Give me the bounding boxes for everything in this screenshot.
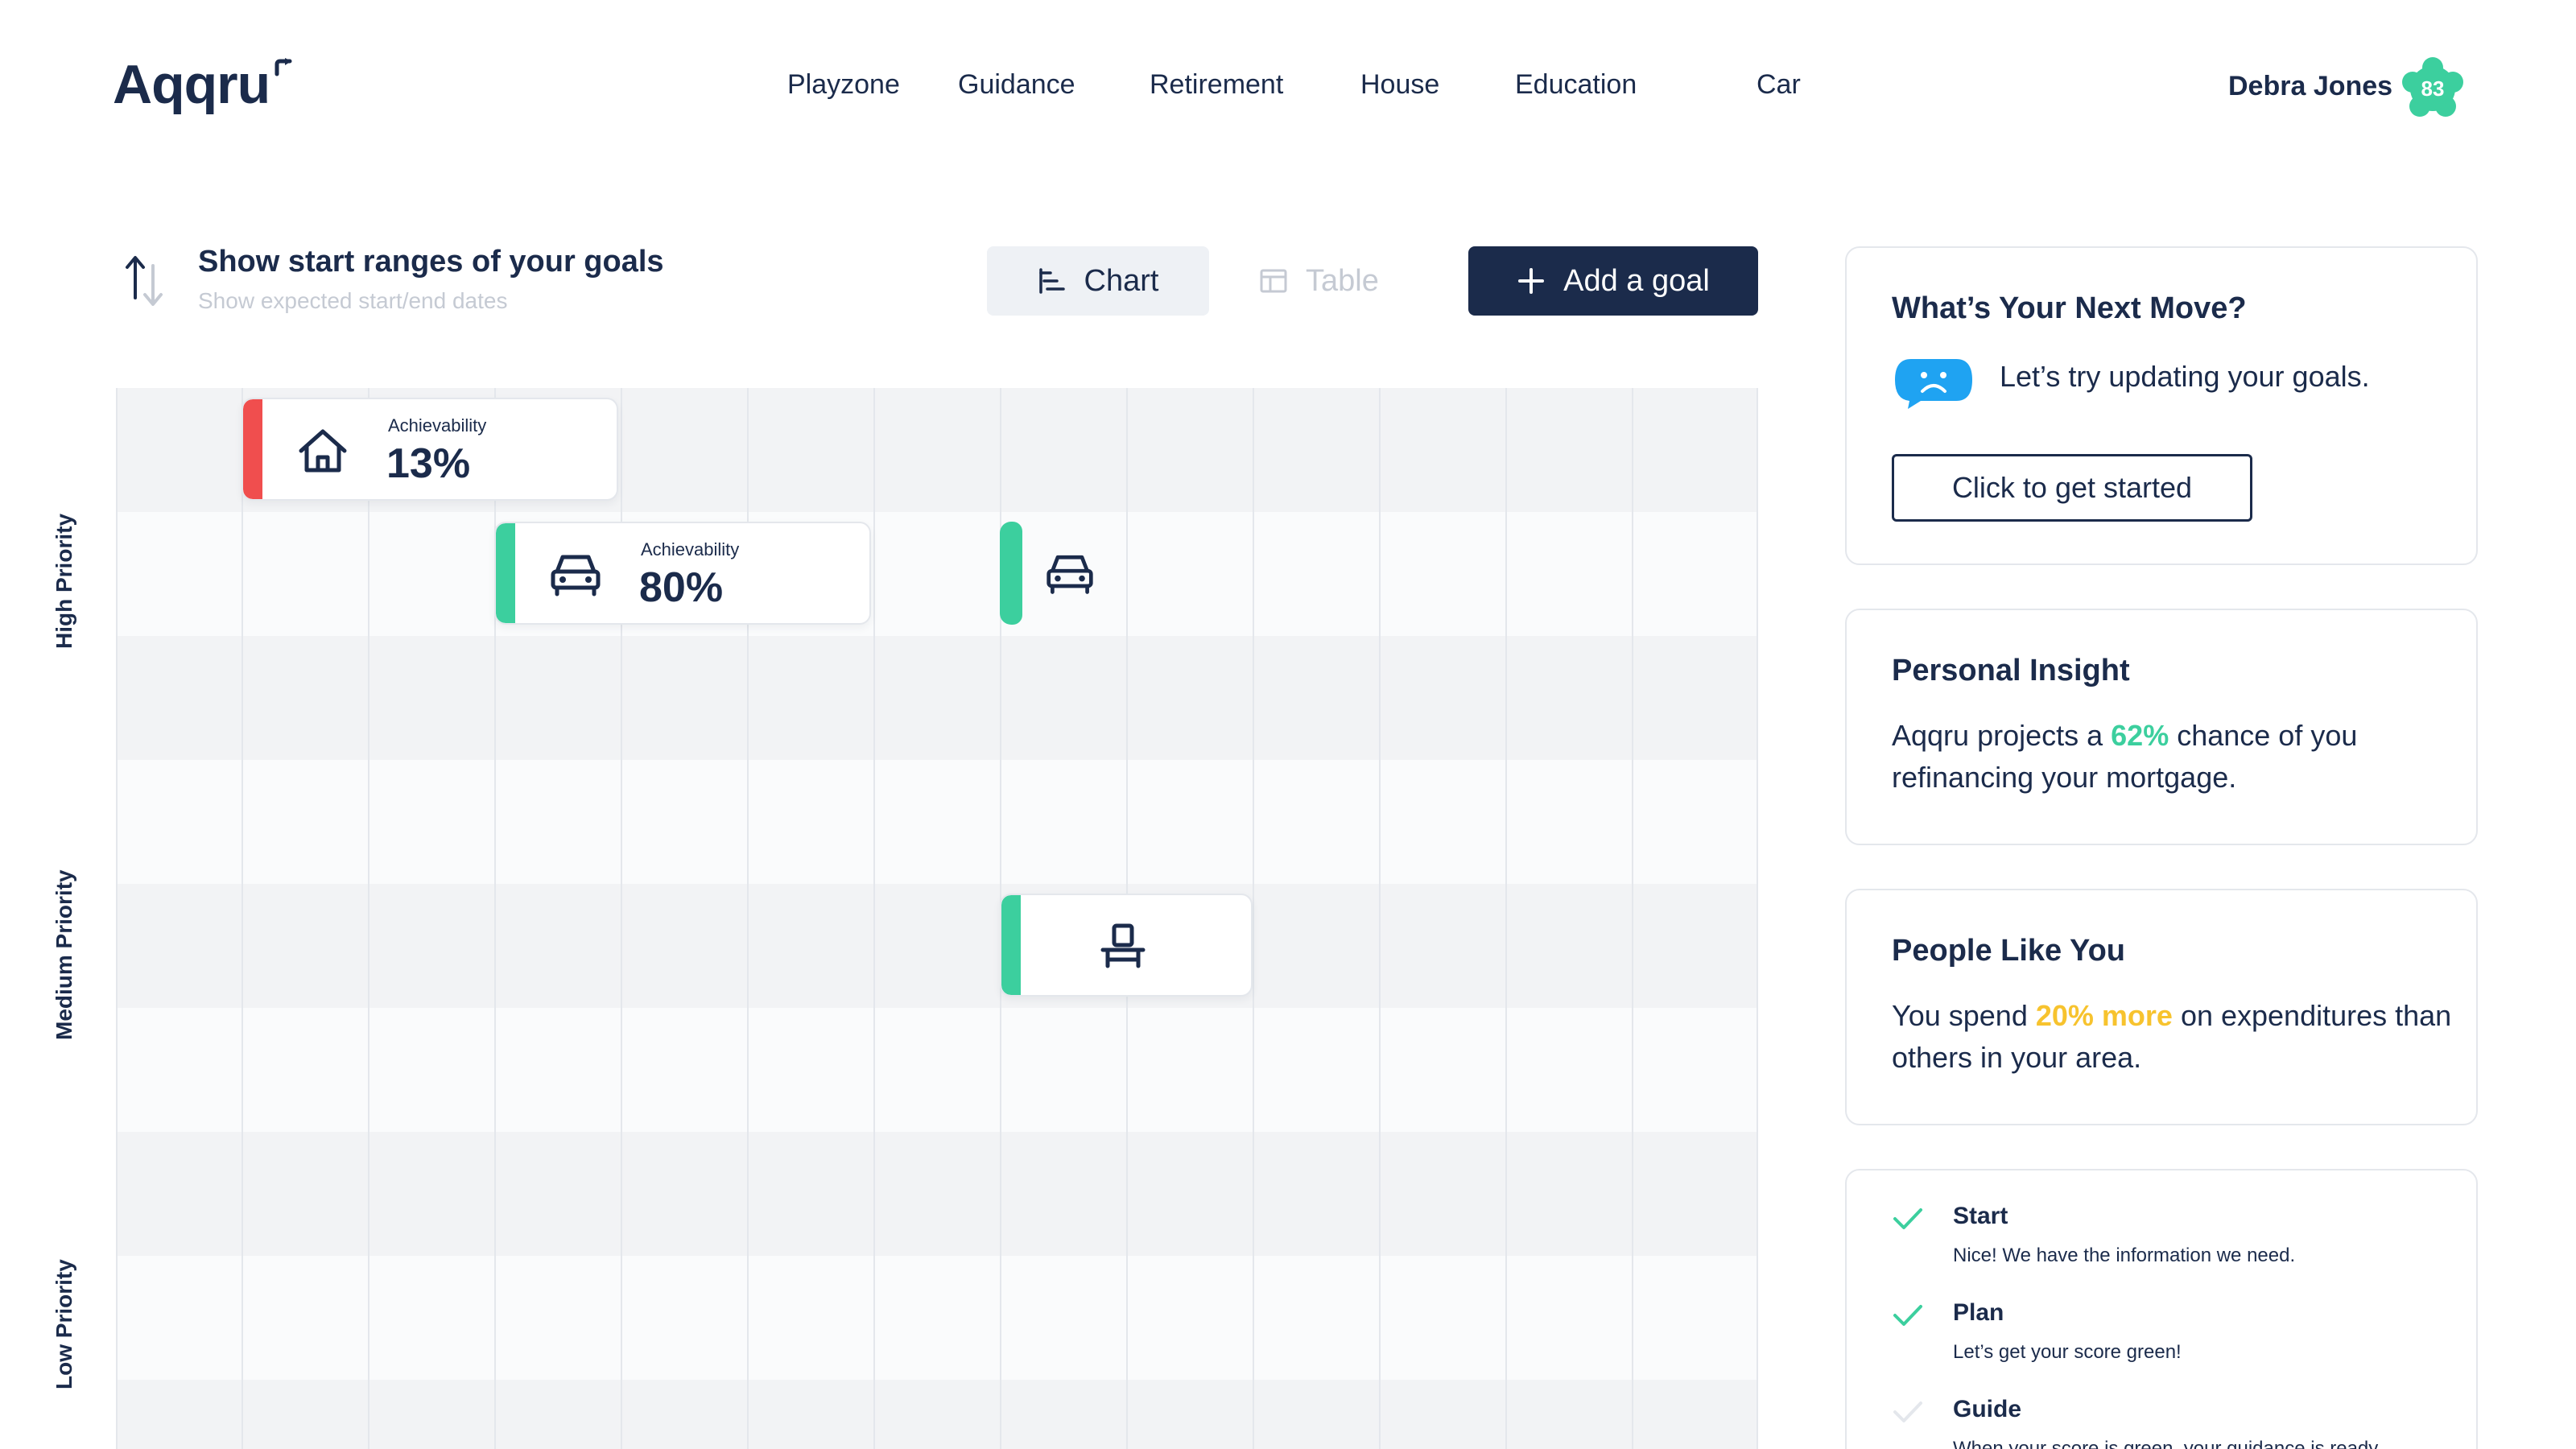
grid-row xyxy=(116,1256,1758,1380)
goal-status-bar xyxy=(243,399,262,499)
step-start-title: Start xyxy=(1953,1203,2008,1229)
goal-status-bar xyxy=(1001,895,1021,995)
goal-status-bar xyxy=(496,523,515,623)
logo-arrow-icon xyxy=(275,58,292,76)
user-name[interactable]: Debra Jones xyxy=(2228,71,2392,102)
next-move-message: Let’s try updating your goals. xyxy=(2000,360,2370,393)
next-move-title: What’s Your Next Move? xyxy=(1892,291,2247,325)
progress-steps-card: Start Nice! We have the information we n… xyxy=(1845,1169,2478,1449)
goal-card-house[interactable]: Achievability 13% xyxy=(242,398,618,501)
grid-line xyxy=(873,388,875,1449)
table-view-button[interactable]: Table xyxy=(1246,246,1407,316)
insight-title: Personal Insight xyxy=(1892,654,2130,687)
grid-line xyxy=(1632,388,1633,1449)
house-icon xyxy=(299,429,347,473)
nav-retirement[interactable]: Retirement xyxy=(1150,69,1283,101)
toggle-title[interactable]: Show start ranges of your goals xyxy=(198,245,664,279)
people-title: People Like You xyxy=(1892,934,2126,968)
achievability-value: 80% xyxy=(639,564,724,611)
chart-icon xyxy=(1038,268,1065,294)
grid-line xyxy=(1757,388,1758,1449)
medium-priority-label: Medium Priority xyxy=(52,869,76,1040)
grid-row xyxy=(116,884,1758,1008)
grid-row xyxy=(116,512,1758,636)
step-guide-title: Guide xyxy=(1953,1396,2022,1422)
achievability-label: Achievability xyxy=(388,415,487,436)
chart-view-button[interactable]: Chart xyxy=(987,246,1209,316)
score-badge[interactable]: 83 xyxy=(2401,56,2465,121)
people-highlight: 20% more xyxy=(2035,999,2173,1032)
chair-icon xyxy=(1100,923,1146,968)
grid-line xyxy=(1505,388,1507,1449)
grid-row xyxy=(116,1132,1758,1256)
step-plan-desc: Let’s get your score green! xyxy=(1953,1341,2182,1363)
table-view-label: Table xyxy=(1306,263,1379,298)
achievability-value: 13% xyxy=(386,440,471,487)
grid-line xyxy=(368,388,369,1449)
goals-timeline-grid xyxy=(116,388,1758,1449)
people-like-you-card: People Like You You spend 20% more on ex… xyxy=(1845,889,2478,1125)
achievability-label: Achievability xyxy=(641,539,740,559)
grid-line xyxy=(1379,388,1381,1449)
high-priority-label: High Priority xyxy=(52,513,76,649)
car-icon xyxy=(1046,555,1093,594)
grid-row xyxy=(116,1380,1758,1449)
insight-highlight: 62% xyxy=(2111,719,2169,752)
toggle-subtitle: Show expected start/end dates xyxy=(198,288,508,313)
nav-guidance[interactable]: Guidance xyxy=(958,69,1075,101)
low-priority-label: Low Priority xyxy=(52,1259,76,1389)
goal-card-education[interactable] xyxy=(1000,894,1253,997)
nav-playzone[interactable]: Playzone xyxy=(787,69,900,101)
nav-education[interactable]: Education xyxy=(1515,69,1637,101)
grid-line xyxy=(116,388,118,1449)
grid-line xyxy=(1253,388,1254,1449)
goal-status-bar xyxy=(1000,522,1022,625)
get-started-button[interactable]: Click to get started xyxy=(1892,454,2252,522)
insight-text-start: Aqqru projects a xyxy=(1892,719,2112,752)
next-move-card: What’s Your Next Move? Let’s try updatin… xyxy=(1845,246,2478,565)
check-icon xyxy=(1893,1402,1922,1422)
table-icon xyxy=(1260,269,1287,293)
step-guide-desc: When your score is green, your guidance … xyxy=(1953,1438,2383,1449)
nav-house[interactable]: House xyxy=(1360,69,1439,101)
grid-row xyxy=(116,636,1758,760)
step-start-desc: Nice! We have the information we need. xyxy=(1953,1245,2296,1266)
goal-card-car[interactable]: Achievability 80% xyxy=(494,522,871,625)
personal-insight-card: Personal Insight Aqqru projects a 62% ch… xyxy=(1845,609,2478,845)
insight-text: Aqqru projects a 62% chance of you refin… xyxy=(1892,715,2455,799)
plus-icon xyxy=(1518,268,1545,294)
add-goal-label: Add a goal xyxy=(1563,263,1710,298)
grid-row xyxy=(116,1008,1758,1132)
score-value: 83 xyxy=(2421,76,2445,101)
chart-view-label: Chart xyxy=(1084,263,1159,298)
people-text: You spend 20% more on expenditures than … xyxy=(1892,995,2471,1079)
nav-car[interactable]: Car xyxy=(1757,69,1801,101)
check-icon xyxy=(1893,1208,1922,1229)
grid-line xyxy=(242,388,243,1449)
grid-row xyxy=(116,760,1758,884)
step-plan-title: Plan xyxy=(1953,1299,2004,1326)
car-icon xyxy=(551,555,601,597)
goal-card-car-2[interactable] xyxy=(1000,522,1106,625)
sort-arrows-icon[interactable] xyxy=(124,254,166,306)
people-text-start: You spend xyxy=(1892,999,2036,1032)
check-icon xyxy=(1893,1305,1922,1326)
add-goal-button[interactable]: Add a goal xyxy=(1468,246,1758,316)
brand-logo[interactable]: Aqqru xyxy=(113,53,270,116)
sad-cloud-icon xyxy=(1895,359,1972,409)
